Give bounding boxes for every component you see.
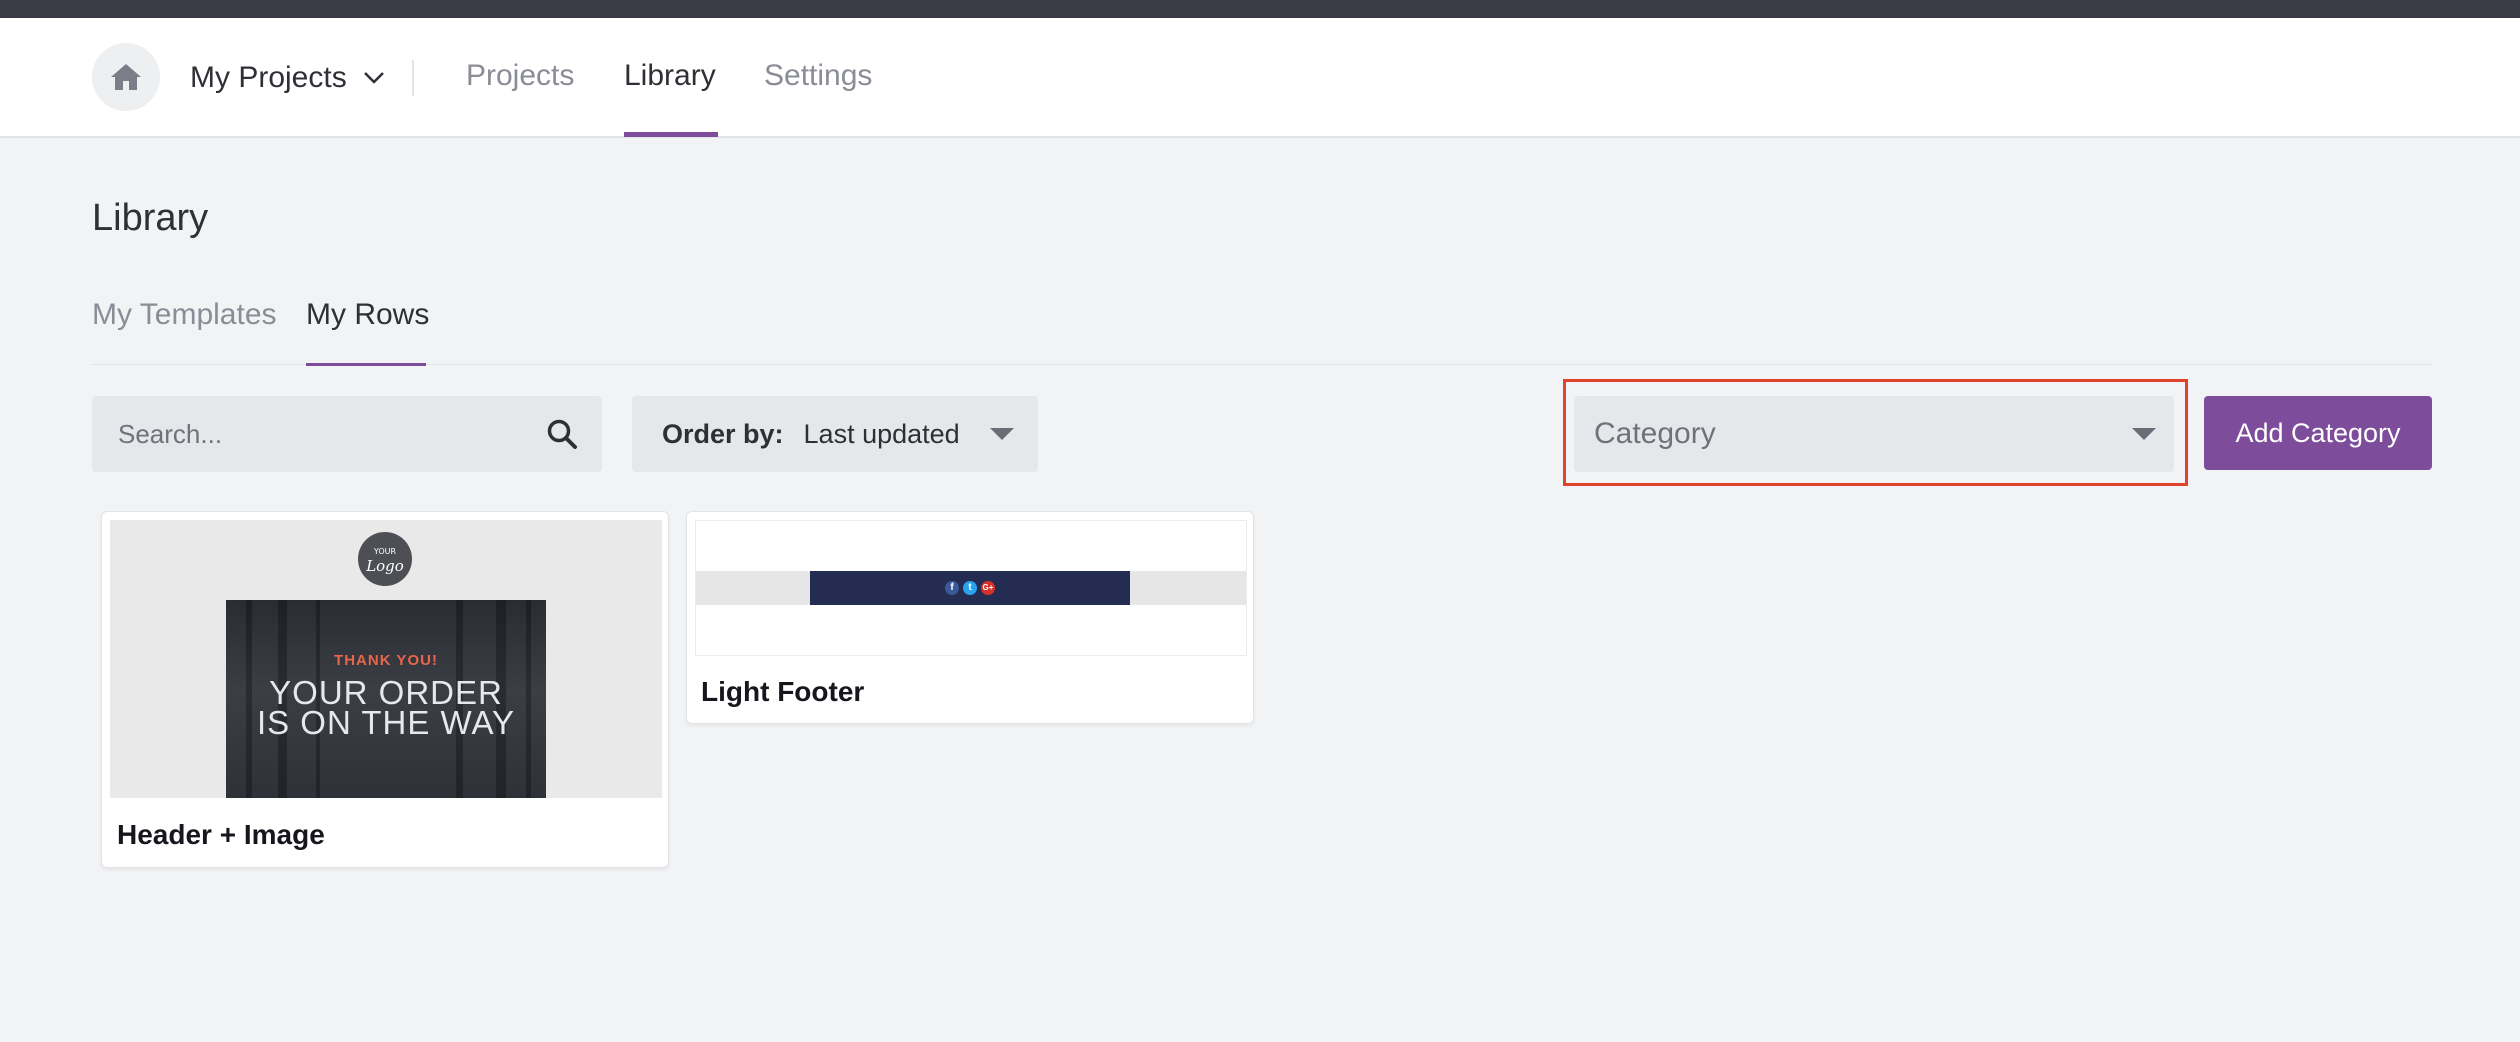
nav-settings[interactable]: Settings [764,58,872,94]
hero-headline: YOUR ORDER IS ON THE WAY [226,676,546,741]
row-thumbnail: f t G+ [695,520,1247,656]
search-icon[interactable] [546,418,578,450]
nav-divider [412,60,414,96]
tab-active-indicator [306,363,426,366]
tab-my-templates[interactable]: My Templates [92,297,277,333]
add-category-button[interactable]: Add Category [2204,396,2432,470]
order-by-select[interactable]: Order by: Last updated [632,396,1038,472]
project-switcher[interactable]: My Projects [190,56,385,100]
category-select[interactable]: Category [1574,396,2174,472]
twitter-icon: t [963,581,977,595]
card-title: Light Footer [701,676,865,707]
caret-down-icon [2132,428,2156,440]
nav-active-indicator [624,132,718,137]
search-box [92,396,602,472]
hero-subtitle: THANK YOU! [334,652,438,669]
hero-image: THANK YOU! YOUR ORDER IS ON THE WAY [226,600,546,798]
chevron-down-icon [363,72,384,84]
caret-down-icon [990,428,1014,440]
tabs-divider [92,364,2432,365]
google-plus-icon: G+ [981,581,995,595]
logo-text: Logo [366,557,404,575]
window-top-strip [0,0,2520,18]
project-switcher-label: My Projects [190,61,347,94]
hero-line-2: IS ON THE WAY [256,704,516,741]
order-by-value: Last updated [803,418,960,449]
page-title: Library [92,197,209,239]
tab-my-rows[interactable]: My Rows [306,297,429,333]
nav-projects[interactable]: Projects [466,58,574,94]
top-navbar: My Projects Projects Library Settings [0,18,2520,138]
nav-library[interactable]: Library [624,58,716,94]
card-title: Header + Image [117,819,325,850]
search-input[interactable] [116,417,546,451]
facebook-icon: f [945,581,959,595]
row-card-header-image[interactable]: YOUR Logo THANK YOU! YOUR ORDER IS ON TH… [101,511,669,868]
category-placeholder: Category [1594,417,1716,450]
row-thumbnail: YOUR Logo THANK YOU! YOUR ORDER IS ON TH… [110,520,662,798]
home-button[interactable] [92,43,160,111]
home-icon [111,64,141,90]
footer-bar: f t G+ [810,571,1130,605]
order-by-label: Order by: [662,418,784,449]
row-card-light-footer[interactable]: f t G+ Light Footer [686,511,1254,724]
logo-badge: YOUR Logo [358,532,412,586]
